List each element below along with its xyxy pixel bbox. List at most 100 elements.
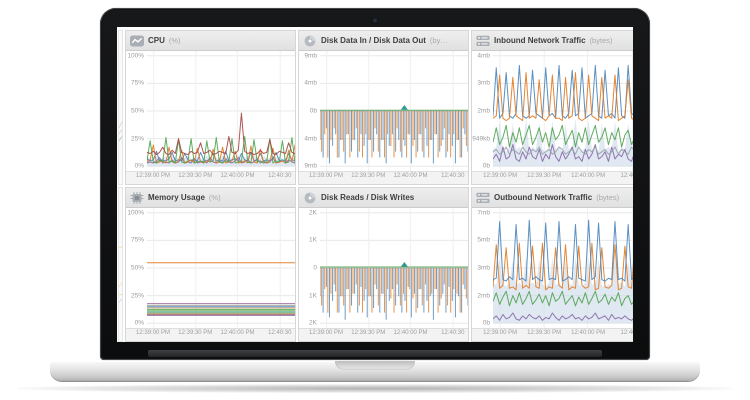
chart-unit: (%) — [168, 36, 181, 45]
y-tick-label: 2mb — [477, 292, 490, 300]
chart-title: Disk Data In / Disk Data Out — [321, 36, 426, 45]
x-tick-label: 12:39:00 PM — [136, 173, 171, 179]
laptop-base-notch — [335, 361, 415, 370]
y-tick-label: 25% — [130, 292, 144, 300]
x-tick-label: 12:39:30 PM — [178, 330, 213, 336]
chart-header: Disk Reads / Disk Writes — [299, 188, 468, 208]
y-tick-label: 4mb — [304, 79, 317, 87]
chart-panel-disk-data[interactable]: Disk Data In / Disk Data Out (by… 9mb 4mb… — [298, 30, 469, 185]
x-tick-label: 12:39:00 PM — [309, 173, 344, 179]
y-tick-label: 0b — [482, 162, 490, 170]
y-tick-label: 3mb — [477, 79, 490, 87]
y-tick-label: 7mb — [477, 209, 490, 217]
chart-title: Disk Reads / Disk Writes — [321, 193, 415, 202]
chart-unit: (bytes) — [589, 36, 613, 45]
x-tick-label: 12:40:00 PM — [220, 173, 255, 179]
chart-plot[interactable] — [493, 208, 633, 328]
x-tick-label: 12:40:30 — [441, 330, 465, 336]
x-tick-label: 12:40:30 — [268, 330, 292, 336]
y-tick-label: 949kb — [472, 135, 490, 143]
plot-area: 100% 75% 50% 25% 0% — [126, 51, 295, 171]
plot-area: 7mb 5mb 3mb 2mb 0b — [472, 208, 633, 328]
x-tick-label: 12:39:30 PM — [527, 330, 562, 336]
y-tick-label: 5mb — [477, 236, 490, 244]
chart-panel-outbound[interactable]: Outbound Network Traffic (bytes) 7mb 5mb 3… — [471, 187, 633, 342]
x-tick-label: 12:40:00 PM — [571, 330, 606, 336]
dashboard-row-top: CPU (%) 100% 75% 50% 25% 0% 12:39:00 PM 12:39… — [118, 30, 633, 185]
chart-plot[interactable] — [320, 208, 468, 328]
chart-plot[interactable] — [320, 51, 468, 171]
y-axis-labels: 100% 75% 50% 25% 0% — [126, 208, 147, 328]
chart-plot[interactable] — [147, 208, 295, 328]
x-tick-label: 12:40:30 — [441, 173, 465, 179]
chart-title: CPU — [148, 36, 165, 45]
x-tick-label: 12:39:30 PM — [351, 330, 386, 336]
x-tick-label: 12:39:00 PM — [483, 330, 518, 336]
laptop-base — [50, 361, 700, 381]
chart-header: Disk Data In / Disk Data Out (by… — [299, 31, 468, 51]
plot-area: 2K 1K 0 1K 2K — [299, 208, 468, 328]
y-tick-label: 75% — [130, 236, 144, 244]
chart-header: Memory Usage (%) — [126, 188, 295, 208]
y-tick-label: 100% — [127, 209, 144, 217]
y-tick-label: 50% — [130, 107, 144, 115]
chart-header: Outbound Network Traffic (bytes) — [472, 188, 633, 208]
y-tick-label: 0% — [134, 162, 144, 170]
y-tick-label: 100% — [127, 52, 144, 60]
y-tick-label: 75% — [130, 79, 144, 87]
y-tick-label: 2K — [309, 319, 317, 327]
x-tick-label: 12:39:00 PM — [136, 330, 171, 336]
clipped-chart-sliver — [118, 30, 123, 185]
y-tick-label: 0b — [482, 319, 490, 327]
monitoring-dashboard: CPU (%) 100% 75% 50% 25% 0% 12:39:00 PM 12:39… — [117, 27, 633, 342]
y-tick-label: 4mb — [477, 52, 490, 60]
network-icon — [476, 35, 490, 47]
laptop-shadow — [18, 384, 732, 393]
x-tick-label: 12:39:30 PM — [178, 173, 213, 179]
y-tick-label: 1K — [309, 292, 317, 300]
y-axis-labels: 100% 75% 50% 25% 0% — [126, 51, 147, 171]
chart-unit: (%) — [208, 193, 221, 202]
y-axis-labels: 7mb 5mb 3mb 2mb 0b — [472, 208, 493, 328]
annotation-marker — [400, 105, 408, 110]
y-tick-label: 50% — [130, 264, 144, 272]
y-tick-label: 0% — [134, 319, 144, 327]
x-tick-label: 12:40:30 — [620, 173, 633, 179]
y-tick-label: 3mb — [477, 264, 490, 272]
plot-area: 9mb 4mb 0b 4mb 9mb — [299, 51, 468, 171]
network-icon — [476, 192, 490, 204]
y-tick-label: 9mb — [304, 52, 317, 60]
laptop-hinge — [148, 350, 602, 357]
chart-plot[interactable] — [147, 51, 295, 171]
y-tick-label: 25% — [130, 135, 144, 143]
dashboard-row-bottom: Memory Usage (%) 100% 75% 50% 25% 0% 12:39:0… — [118, 187, 633, 342]
y-tick-label: 9mb — [304, 162, 317, 170]
y-tick-label: 0b — [309, 107, 317, 115]
x-tick-label: 12:40:00 PM — [393, 173, 428, 179]
x-axis-labels: 12:39:00 PM 12:39:30 PM 12:40:00 PM 12:40:3… — [126, 171, 295, 184]
chart-panel-cpu[interactable]: CPU (%) 100% 75% 50% 25% 0% 12:39:00 PM 12:39… — [125, 30, 296, 185]
chart-panel-disk-rw[interactable]: Disk Reads / Disk Writes 2K 1K 0 1K 2K 12:39… — [298, 187, 469, 342]
laptop-screen-bezel: CPU (%) 100% 75% 50% 25% 0% 12:39:00 PM 12:39… — [100, 8, 650, 360]
x-tick-label: 12:40:00 PM — [571, 173, 606, 179]
chart-unit: (bytes) — [596, 193, 620, 202]
x-tick-label: 12:39:30 PM — [527, 173, 562, 179]
y-tick-label: 0 — [313, 264, 317, 272]
plot-area: 4mb 3mb 2mb 949kb 0b — [472, 51, 633, 171]
x-tick-label: 12:40:00 PM — [220, 330, 255, 336]
disk-icon — [303, 192, 317, 204]
camera-icon — [372, 18, 378, 23]
chart-panel-memory[interactable]: Memory Usage (%) 100% 75% 50% 25% 0% 12:39:0… — [125, 187, 296, 342]
y-axis-labels: 2K 1K 0 1K 2K — [299, 208, 320, 328]
x-axis-labels: 12:39:00 PM 12:39:30 PM 12:40:00 PM 12:40:3… — [299, 328, 468, 341]
x-tick-label: 12:40:00 PM — [393, 330, 428, 336]
chart-header: Inbound Network Traffic (bytes) — [472, 31, 633, 51]
chart-plot[interactable] — [493, 51, 633, 171]
chart-panel-inbound[interactable]: Inbound Network Traffic (bytes) 4mb 3mb 2m… — [471, 30, 633, 185]
disk-icon — [303, 35, 317, 47]
chart-header: CPU (%) — [126, 31, 295, 51]
x-axis-labels: 12:39:00 PM 12:39:30 PM 12:40:00 PM 12:40:3… — [472, 171, 633, 184]
clipped-chart-sliver — [118, 187, 123, 342]
chart-title: Inbound Network Traffic — [494, 36, 586, 45]
y-tick-label: 1K — [309, 236, 317, 244]
